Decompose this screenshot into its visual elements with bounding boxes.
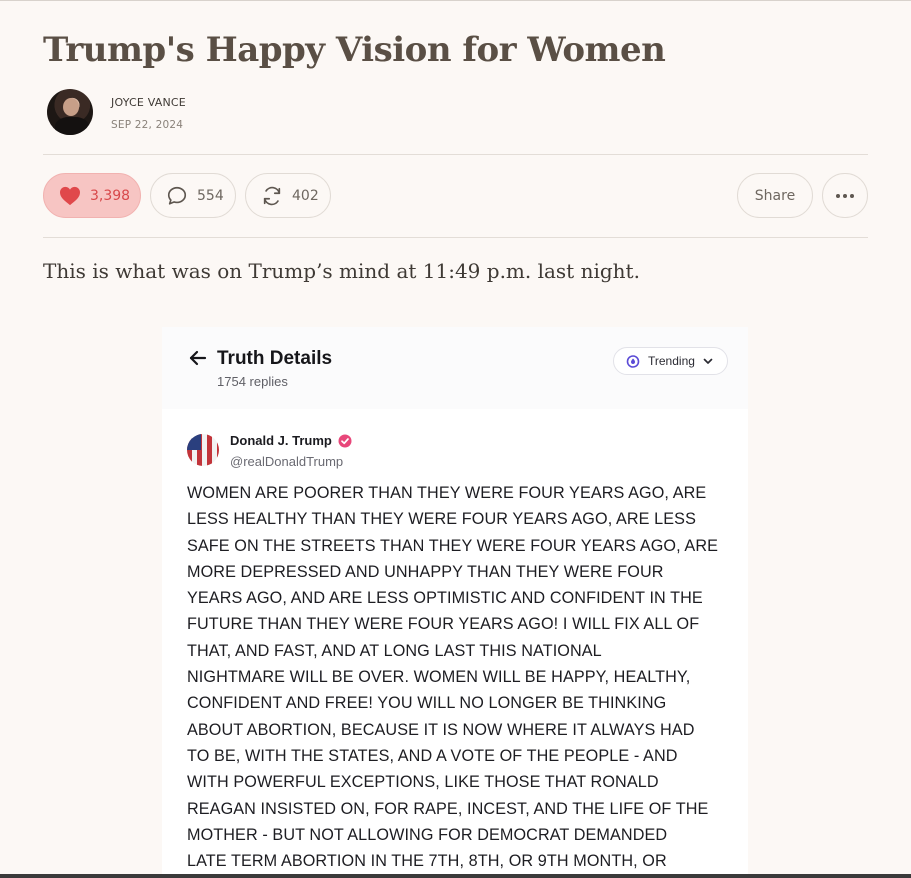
- arrow-left-icon: [189, 349, 207, 372]
- more-options-button[interactable]: [822, 173, 868, 218]
- trending-label: Trending: [648, 354, 695, 368]
- post-line: LATE TERM ABORTION IN THE 7TH, 8TH, OR 9…: [187, 852, 667, 871]
- comment-button[interactable]: 554: [150, 173, 236, 218]
- post-line: YEARS AGO, AND ARE LESS OPTIMISTIC AND C…: [187, 589, 703, 608]
- poster-name: Donald J. Trump: [230, 433, 352, 448]
- embedded-post-screenshot: Truth Details 1754 replies Trending Dona…: [162, 327, 748, 878]
- verified-badge-icon: [338, 434, 352, 448]
- poster-handle: @realDonaldTrump: [230, 454, 344, 469]
- speech-bubble-icon: [166, 185, 188, 207]
- ellipsis-icon: [835, 193, 855, 199]
- divider-top: [43, 154, 868, 155]
- embed-header: Truth Details 1754 replies Trending: [162, 327, 748, 409]
- lead-paragraph: This is what was on Trump’s mind at 11:4…: [43, 259, 640, 283]
- heart-icon: [59, 186, 81, 206]
- like-count: 3,398: [90, 187, 131, 204]
- post-body: WOMEN ARE POORER THAN THEY WERE FOUR YEA…: [187, 480, 747, 874]
- post-line: SAFE ON THE STREETS THAN THEY WERE FOUR …: [187, 536, 719, 555]
- post-line: THAT, AND FAST, AND AT LONG LAST THIS NA…: [187, 641, 602, 660]
- divider-bottom: [43, 237, 868, 238]
- share-button[interactable]: Share: [737, 173, 813, 218]
- restack-button[interactable]: 402: [245, 173, 331, 218]
- like-button[interactable]: 3,398: [43, 173, 141, 218]
- post-line: LESS HEALTHY THAN THEY WERE FOUR YEARS A…: [187, 510, 696, 529]
- post-line: TO BE, WITH THE STATES, AND A VOTE OF TH…: [187, 746, 678, 765]
- chevron-down-icon: [703, 358, 713, 365]
- poster-name-text: Donald J. Trump: [230, 433, 332, 448]
- article-title: Trump's Happy Vision for Women: [43, 30, 666, 70]
- share-label: Share: [754, 187, 796, 204]
- post-line: WOMEN ARE POORER THAN THEY WERE FOUR YEA…: [187, 484, 707, 502]
- byline: JOYCE VANCE SEP 22, 2024: [47, 89, 447, 137]
- post-line: WITH POWERFUL EXCEPTIONS, LIKE THOSE THA…: [187, 773, 659, 792]
- flame-icon: [626, 354, 640, 368]
- embed-title: Truth Details: [217, 348, 333, 369]
- post-line: MOTHER - BUT NOT ALLOWING FOR DEMOCRAT D…: [187, 825, 668, 844]
- repeat-arrows-icon: [261, 185, 283, 207]
- post-line: REAGAN INSISTED ON, FOR RAPE, INCEST, AN…: [187, 799, 709, 818]
- comment-count: 554: [197, 187, 224, 204]
- post-line: ABOUT ABORTION, BECAUSE IT IS NOW WHERE …: [187, 720, 695, 739]
- author-avatar[interactable]: [47, 89, 93, 135]
- post-line: NIGHTMARE WILL BE OVER. WOMEN WILL BE HA…: [187, 668, 691, 687]
- post-line: MORE DEPRESSED AND UNHAPPY THAN THEY WER…: [187, 562, 664, 581]
- author-name[interactable]: JOYCE VANCE: [111, 96, 186, 109]
- poster-avatar: [187, 434, 219, 466]
- post-line: CONFIDENT AND FREE! YOU WILL NO LONGER B…: [187, 694, 667, 713]
- top-divider: [0, 0, 911, 1]
- post-date: SEP 22, 2024: [111, 119, 184, 131]
- trending-dropdown: Trending: [613, 347, 728, 375]
- restack-count: 402: [292, 187, 319, 204]
- reply-count: 1754 replies: [217, 374, 288, 389]
- window-bottom-edge: [0, 874, 911, 878]
- post-line: FUTURE THAN THEY WERE FOUR YEARS AGO! I …: [187, 615, 700, 634]
